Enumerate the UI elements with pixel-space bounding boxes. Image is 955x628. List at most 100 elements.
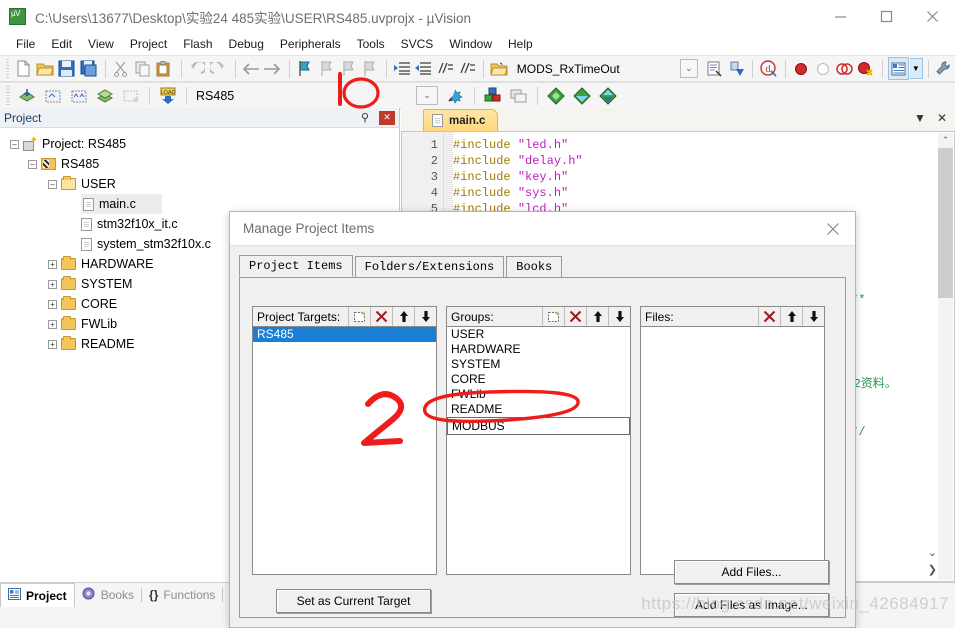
expander-icon[interactable]: + bbox=[48, 280, 57, 289]
expander-icon[interactable]: + bbox=[48, 320, 57, 329]
files-list[interactable] bbox=[640, 326, 825, 575]
tree-item-rs485-target[interactable]: – RS485 bbox=[6, 154, 399, 174]
bookmark-toggle-icon[interactable] bbox=[294, 57, 315, 80]
expander-icon[interactable]: – bbox=[10, 140, 19, 149]
manage-project-items-icon[interactable] bbox=[480, 84, 505, 107]
comment-icon[interactable] bbox=[435, 57, 456, 80]
bookmark-prev-icon[interactable] bbox=[316, 57, 337, 80]
kill-all-breakpoints-icon[interactable] bbox=[856, 57, 877, 80]
toolbar-grip[interactable] bbox=[6, 86, 10, 106]
menu-item-window[interactable]: Window bbox=[441, 35, 500, 53]
find-in-files-icon[interactable] bbox=[726, 57, 747, 80]
set-as-current-target-button[interactable]: Set as Current Target bbox=[276, 589, 431, 613]
rebuild-icon[interactable] bbox=[66, 84, 91, 107]
redo-icon[interactable] bbox=[208, 57, 229, 80]
navigate-forward-icon[interactable] bbox=[262, 57, 283, 80]
close-button[interactable] bbox=[909, 0, 955, 33]
list-item[interactable]: RS485 bbox=[253, 327, 436, 342]
dialog-close-button[interactable] bbox=[811, 212, 855, 245]
options-diamond3-icon[interactable] bbox=[595, 84, 620, 107]
manage-windows-dropdown-icon[interactable]: ▼ bbox=[910, 58, 923, 79]
groups-list[interactable]: USER HARDWARE SYSTEM CORE FWLib README M… bbox=[446, 326, 631, 575]
list-item[interactable]: README bbox=[447, 402, 630, 417]
group-name-edit-input[interactable]: MODBUS bbox=[447, 417, 630, 435]
scroll-thumb[interactable] bbox=[938, 148, 953, 298]
open-file-icon[interactable] bbox=[35, 57, 56, 80]
hscroll-right-icon[interactable]: ❯ bbox=[928, 563, 937, 576]
disable-all-breakpoints-icon[interactable] bbox=[834, 57, 855, 80]
expander-icon[interactable]: + bbox=[48, 300, 57, 309]
paste-icon[interactable] bbox=[154, 57, 175, 80]
tree-item-user-group[interactable]: – USER bbox=[6, 174, 399, 194]
multi-project-icon[interactable] bbox=[506, 84, 531, 107]
translate-icon[interactable] bbox=[14, 84, 39, 107]
list-item[interactable]: FWLib bbox=[447, 387, 630, 402]
menu-item-debug[interactable]: Debug bbox=[221, 35, 272, 53]
close-icon[interactable]: ✕ bbox=[937, 111, 947, 125]
move-file-up-icon[interactable] bbox=[780, 307, 802, 326]
minimize-button[interactable] bbox=[817, 0, 863, 33]
scroll-up-icon[interactable]: ⌃ bbox=[938, 133, 953, 148]
menu-item-peripherals[interactable]: Peripherals bbox=[272, 35, 349, 53]
batch-build-icon[interactable] bbox=[92, 84, 117, 107]
target-options-diamond-icon[interactable] bbox=[543, 84, 568, 107]
menu-item-svcs[interactable]: SVCS bbox=[393, 35, 442, 53]
bottom-tab-functions[interactable]: {} Functions bbox=[142, 583, 222, 607]
build-icon[interactable] bbox=[40, 84, 65, 107]
list-item[interactable]: HARDWARE bbox=[447, 342, 630, 357]
bottom-tab-books[interactable]: Books bbox=[75, 583, 141, 607]
close-icon[interactable]: ✕ bbox=[379, 111, 395, 125]
tree-item-main-c[interactable]: main.c bbox=[81, 194, 162, 214]
download-icon[interactable]: LOAD bbox=[155, 84, 180, 107]
target-options-icon[interactable] bbox=[443, 84, 468, 107]
indent-increase-icon[interactable] bbox=[392, 57, 413, 80]
disable-breakpoint-icon[interactable] bbox=[812, 57, 833, 80]
editor-vertical-scrollbar[interactable]: ⌃ bbox=[938, 133, 953, 580]
project-targets-list[interactable]: RS485 bbox=[252, 326, 437, 575]
delete-group-icon[interactable] bbox=[564, 307, 586, 326]
start-debug-icon[interactable]: d bbox=[758, 57, 779, 80]
open-file-list-icon[interactable] bbox=[704, 57, 725, 80]
new-target-icon[interactable] bbox=[348, 307, 370, 326]
insert-breakpoint-icon[interactable] bbox=[791, 57, 812, 80]
delete-file-icon[interactable] bbox=[758, 307, 780, 326]
list-item[interactable]: USER bbox=[447, 327, 630, 342]
new-file-icon[interactable] bbox=[13, 57, 34, 80]
save-all-icon[interactable] bbox=[78, 57, 99, 80]
uncomment-icon[interactable] bbox=[457, 57, 478, 80]
tree-item-project-rs485[interactable]: – Project: RS485 bbox=[6, 134, 399, 154]
undo-icon[interactable] bbox=[186, 57, 207, 80]
cut-icon[interactable] bbox=[111, 57, 132, 80]
bottom-tab-project[interactable]: Project bbox=[0, 583, 75, 607]
move-group-up-icon[interactable] bbox=[586, 307, 608, 326]
expander-icon[interactable]: – bbox=[48, 180, 57, 189]
target-combo-dropdown[interactable]: ⌄ bbox=[416, 86, 438, 105]
toolbar-grip[interactable] bbox=[6, 59, 9, 79]
menu-item-project[interactable]: Project bbox=[122, 35, 175, 53]
menu-item-file[interactable]: File bbox=[8, 35, 43, 53]
expander-icon[interactable]: + bbox=[48, 340, 57, 349]
options-diamond2-icon[interactable] bbox=[569, 84, 594, 107]
move-group-down-icon[interactable] bbox=[608, 307, 630, 326]
add-files-button[interactable]: Add Files... bbox=[674, 560, 829, 584]
indent-decrease-icon[interactable] bbox=[413, 57, 434, 80]
configure-tools-icon[interactable] bbox=[933, 57, 954, 80]
move-target-down-icon[interactable] bbox=[414, 307, 436, 326]
expander-icon[interactable]: + bbox=[48, 260, 57, 269]
maximize-button[interactable] bbox=[863, 0, 909, 33]
dialog-tab-folders-extensions[interactable]: Folders/Extensions bbox=[355, 256, 505, 277]
menu-item-help[interactable]: Help bbox=[500, 35, 541, 53]
expander-icon[interactable]: – bbox=[28, 160, 37, 169]
bookmark-clear-icon[interactable] bbox=[359, 57, 380, 80]
manage-windows-icon[interactable] bbox=[888, 57, 909, 80]
function-combo-dropdown[interactable]: ⌄ bbox=[680, 59, 699, 78]
move-target-up-icon[interactable] bbox=[392, 307, 414, 326]
stop-build-icon[interactable] bbox=[118, 84, 143, 107]
delete-target-icon[interactable] bbox=[370, 307, 392, 326]
menu-item-flash[interactable]: Flash bbox=[175, 35, 220, 53]
list-item[interactable]: CORE bbox=[447, 372, 630, 387]
menu-item-edit[interactable]: Edit bbox=[43, 35, 80, 53]
move-file-down-icon[interactable] bbox=[802, 307, 824, 326]
navigate-back-icon[interactable] bbox=[240, 57, 261, 80]
open-configuration-icon[interactable] bbox=[489, 57, 510, 80]
